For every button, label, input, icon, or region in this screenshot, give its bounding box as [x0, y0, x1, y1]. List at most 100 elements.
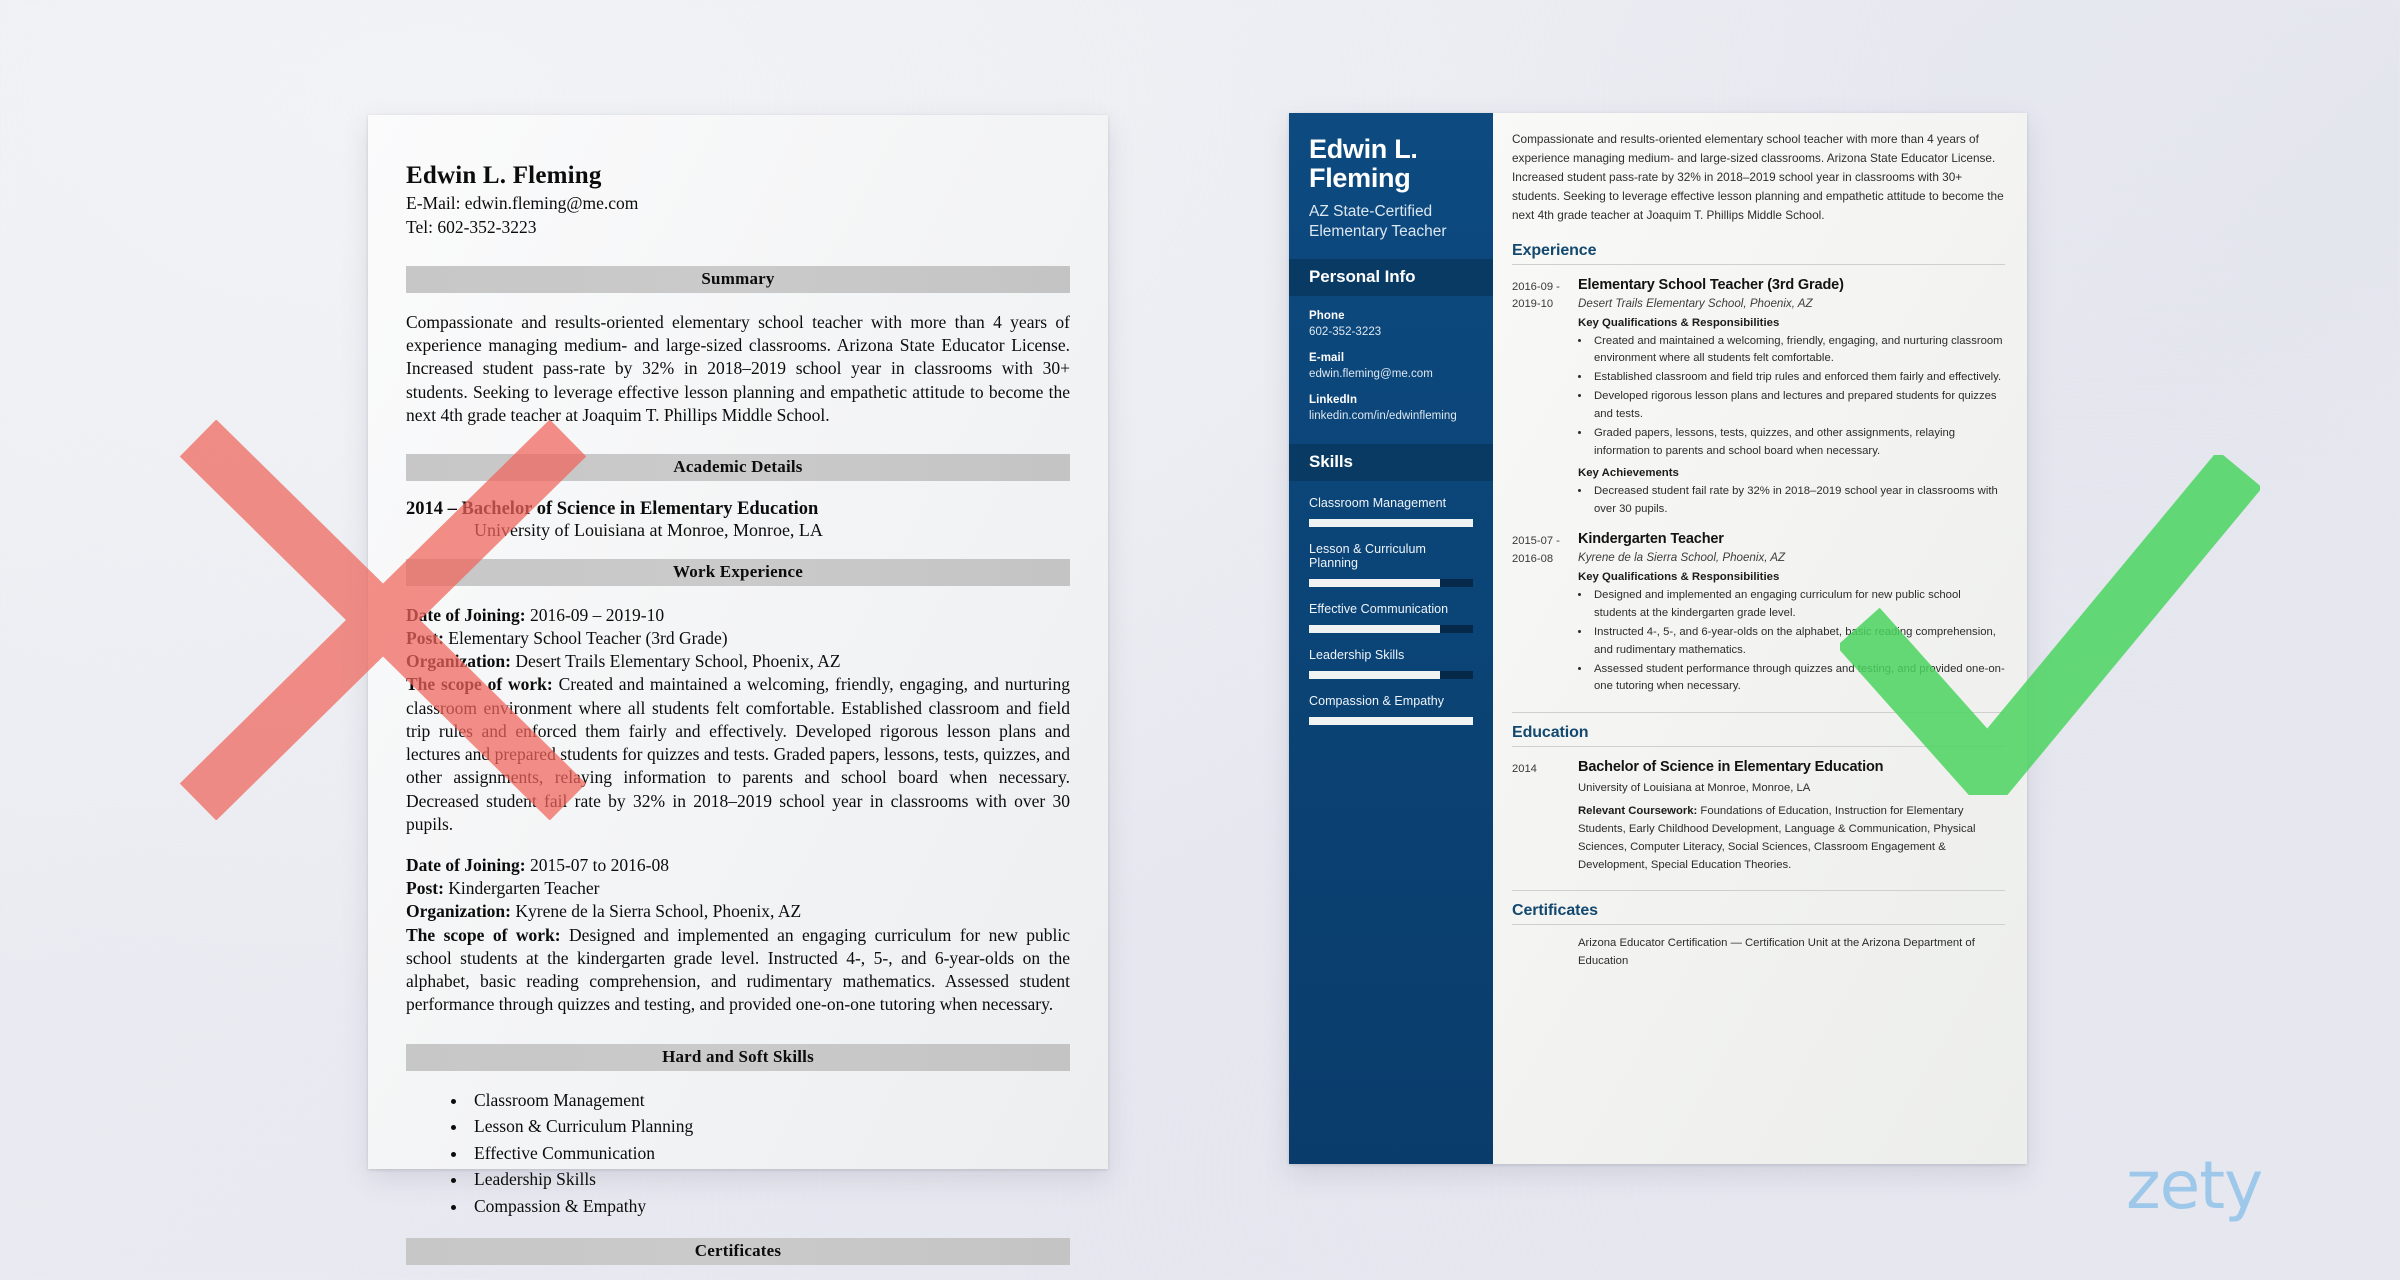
education-degree: Bachelor of Science in Elementary Educat…: [1578, 759, 1884, 776]
bad-resume-phone: Tel: 602-352-3223: [406, 217, 537, 238]
skill-bar-fill: [1309, 717, 1473, 726]
bad-job0-org-value: Desert Trails Elementary School, Phoenix…: [515, 651, 841, 672]
skill-bar-track: [1309, 671, 1473, 680]
skill-label: Lesson & Curriculum Planning: [1309, 542, 1426, 571]
certificates-heading: Certificates: [1512, 890, 2005, 926]
education-entry: 2014 Bachelor of Science in Elementary E…: [1512, 759, 2005, 874]
skill-row: Lesson & Curriculum Planning: [1309, 542, 1473, 588]
list-item: Designed and implemented an engaging cur…: [1591, 587, 2005, 623]
bad-job1-date-label: Date of Joining:: [406, 855, 526, 876]
good-resume-sidebar: Edwin L. Fleming AZ State-Certified Elem…: [1289, 113, 1493, 1164]
bad-job1-scope-label: The scope of work:: [406, 924, 561, 945]
entry-bullet-list: Designed and implemented an engaging cur…: [1591, 587, 2005, 696]
bad-resume-page: Edwin L. Fleming E-Mail: edwin.fleming@m…: [368, 115, 1108, 1265]
skill-bar-fill: [1309, 625, 1441, 634]
contact-email: E-mail edwin.fleming@me.com: [1309, 352, 1473, 380]
entry-bullet-list: Created and maintained a welcoming, frie…: [1591, 333, 2005, 461]
skill-bar-track: [1309, 717, 1473, 726]
bad-job1-org-value: Kyrene de la Sierra School, Phoenix, AZ: [515, 901, 802, 922]
bad-academic-heading: Academic Details: [406, 454, 1070, 482]
list-item: Developed rigorous lesson plans and lect…: [1591, 388, 2005, 424]
skill-bar-fill: [1309, 579, 1441, 588]
good-resume-main: Compassionate and results-oriented eleme…: [1493, 113, 2027, 1164]
bad-job-entry: Date of Joining: 2016-09 – 2019-10 Post:…: [406, 604, 1070, 836]
experience-entry: 2015-07 -2016-08 Kindergarten Teacher Ky…: [1512, 531, 2005, 696]
entry-date: 2014: [1512, 763, 1537, 776]
zety-logo: zety: [2126, 1147, 2263, 1224]
entry-achievements-list: Decreased student fail rate by 32% in 20…: [1591, 483, 2005, 519]
skill-row: Classroom Management: [1309, 496, 1473, 528]
bad-job-entry: Date of Joining: 2015-07 to 2016-08 Post…: [406, 854, 1070, 1016]
bad-resume-email: E-Mail: edwin.fleming@me.com: [406, 193, 639, 213]
bad-job1-org-label: Organization:: [406, 901, 511, 922]
contact-value: linkedin.com/in/edwinfleming: [1309, 410, 1457, 423]
bad-job0-post-value: Elementary School Teacher (3rd Grade): [448, 628, 728, 649]
contact-phone: Phone 602-352-3223: [1309, 310, 1473, 338]
entry-organization: Kyrene de la Sierra School, Phoenix, AZ: [1578, 551, 1786, 565]
entry-achievements-heading: Key Achievements: [1578, 467, 1679, 480]
bad-job0-scope-value: Created and maintained a welcoming, frie…: [406, 674, 1071, 834]
bad-education-school: University of Louisiana at Monroe, Monro…: [474, 520, 823, 541]
good-certificate-text: Arizona Educator Certification — Certifi…: [1578, 937, 1975, 968]
education-coursework: Relevant Coursework: Foundations of Educ…: [1578, 803, 2005, 874]
good-resume-job-title: AZ State-Certified Elementary Teacher: [1309, 203, 1447, 240]
bad-job1-post-label: Post:: [406, 878, 444, 899]
education-school: University of Louisiana at Monroe, Monro…: [1578, 782, 1811, 795]
skill-label: Classroom Management: [1309, 496, 1447, 511]
good-resume-page: Edwin L. Fleming AZ State-Certified Elem…: [1289, 113, 2027, 1164]
education-heading: Education: [1512, 712, 2005, 748]
bad-job0-scope-label: The scope of work:: [406, 674, 553, 695]
bad-skills-heading: Hard and Soft Skills: [406, 1043, 1070, 1071]
contact-label: E-mail: [1309, 352, 1345, 365]
list-item: Created and maintained a welcoming, frie…: [1591, 333, 2005, 369]
list-item: Effective Communication: [468, 1140, 1070, 1167]
skill-bar-fill: [1309, 519, 1473, 528]
list-item: Lesson & Curriculum Planning: [468, 1113, 1070, 1140]
contact-linkedin: LinkedIn linkedin.com/in/edwinfleming: [1309, 394, 1473, 422]
entry-date: 2016-09 -2019-10: [1512, 280, 1560, 310]
skill-row: Effective Communication: [1309, 602, 1473, 634]
experience-entry: 2016-09 -2019-10 Elementary School Teach…: [1512, 277, 2005, 520]
list-item: Graded papers, lessons, tests, quizzes, …: [1591, 425, 2005, 461]
skill-row: Compassion & Empathy: [1309, 694, 1473, 726]
entry-role: Elementary School Teacher (3rd Grade): [1578, 276, 1844, 293]
list-item: Decreased student fail rate by 32% in 20…: [1591, 483, 2005, 519]
list-item: Instructed 4-, 5-, and 6-year-olds on th…: [1591, 624, 2005, 660]
list-item: Compassion & Empathy: [468, 1193, 1070, 1220]
bad-certificates-heading: Certificates: [406, 1237, 1070, 1265]
bad-work-heading: Work Experience: [406, 559, 1070, 587]
bad-job0-date-label: Date of Joining:: [406, 605, 526, 626]
entry-qualifications-heading: Key Qualifications & Responsibilities: [1578, 316, 1780, 329]
entry-date: 2015-07 -2016-08: [1512, 535, 1560, 565]
bad-job1-post-value: Kindergarten Teacher: [448, 878, 600, 899]
skill-label: Leadership Skills: [1309, 648, 1405, 663]
personal-info-heading: Personal Info: [1289, 259, 1493, 297]
list-item: Established classroom and field trip rul…: [1591, 369, 2005, 387]
bad-summary-text: Compassionate and results-oriented eleme…: [406, 311, 1070, 425]
contact-value: 602-352-3223: [1309, 326, 1382, 339]
entry-qualifications-heading: Key Qualifications & Responsibilities: [1578, 571, 1780, 584]
list-item: Assessed student performance through qui…: [1591, 661, 2005, 697]
list-item: Classroom Management: [468, 1087, 1070, 1114]
good-summary-text: Compassionate and results-oriented eleme…: [1512, 132, 2004, 223]
entry-role: Kindergarten Teacher: [1578, 531, 1724, 548]
bad-job0-post-label: Post:: [406, 628, 444, 649]
contact-label: Phone: [1309, 310, 1345, 323]
bad-job1-date-value: 2015-07 to 2016-08: [529, 855, 669, 876]
bad-resume-name: Edwin L. Fleming: [406, 162, 602, 189]
skill-bar-track: [1309, 579, 1473, 588]
skill-bar-fill: [1309, 671, 1441, 680]
experience-heading: Experience: [1512, 242, 2005, 265]
good-resume-name: Edwin L. Fleming: [1309, 134, 1418, 194]
contact-label: LinkedIn: [1309, 394, 1358, 407]
skill-row: Leadership Skills: [1309, 648, 1473, 680]
bad-job0-org-label: Organization:: [406, 651, 511, 672]
bad-education-degree: 2014 – Bachelor of Science in Elementary…: [406, 499, 819, 520]
bad-job0-date-value: 2016-09 – 2019-10: [529, 605, 665, 626]
bad-skills-list: Classroom Management Lesson & Curriculum…: [468, 1087, 1070, 1220]
coursework-label: Relevant Coursework:: [1578, 805, 1698, 818]
skill-label: Compassion & Empathy: [1309, 694, 1445, 709]
skill-bar-track: [1309, 625, 1473, 634]
contact-value: edwin.fleming@me.com: [1309, 368, 1433, 381]
skill-label: Effective Communication: [1309, 602, 1449, 617]
